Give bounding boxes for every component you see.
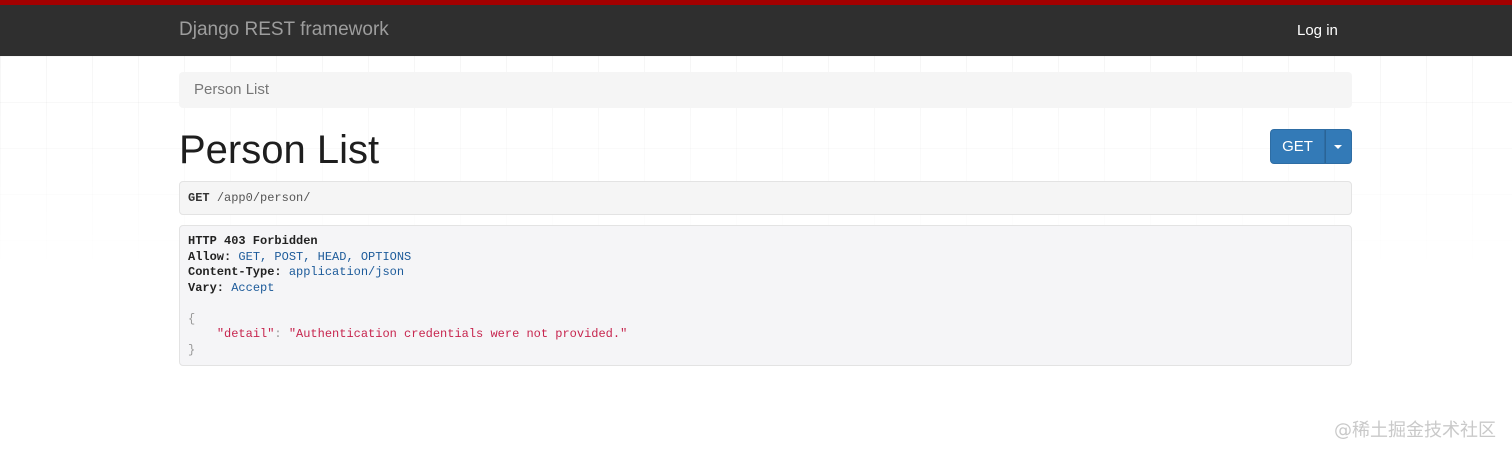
- response-header-content-type: Content-Type: application/json: [188, 265, 1343, 281]
- response-header-key: Content-Type:: [188, 265, 282, 279]
- caret-down-icon: [1334, 145, 1342, 149]
- login-link[interactable]: Log in: [1297, 22, 1338, 40]
- watermark: @稀土掘金技术社区: [1334, 420, 1496, 441]
- page: Django REST framework Log in Person List…: [0, 0, 1512, 456]
- response-spacer: [188, 296, 1343, 312]
- request-info: GET /app0/person/: [179, 181, 1352, 215]
- get-button[interactable]: GET: [1270, 129, 1325, 164]
- get-button-group: GET: [1270, 129, 1352, 164]
- response-header-key: Allow:: [188, 249, 232, 264]
- json-key-detail: "detail": [216, 327, 275, 341]
- request-method: GET: [188, 191, 210, 205]
- json-close-line: }: [188, 343, 1343, 359]
- response-header-value: application/json: [288, 265, 405, 279]
- json-separator: :: [274, 327, 289, 341]
- brand-link[interactable]: Django REST framework: [179, 19, 389, 41]
- json-detail-line: "detail": "Authentication credentials we…: [188, 327, 1343, 343]
- response-info: HTTP 403 Forbidden Allow: GET, POST, HEAD…: [179, 225, 1352, 366]
- response-header-value: Accept: [231, 280, 275, 295]
- breadcrumb: Person List: [179, 72, 1352, 108]
- response-header-allow: Allow: GET, POST, HEAD, OPTIONS: [188, 250, 1343, 266]
- navbar: Django REST framework Log in: [0, 0, 1512, 56]
- json-close-brace: }: [188, 342, 196, 357]
- response-header-value: GET, POST, HEAD, OPTIONS: [238, 249, 412, 264]
- response-status-line: HTTP 403 Forbidden: [188, 234, 1343, 250]
- breadcrumb-item-person-list[interactable]: Person List: [194, 81, 269, 98]
- response-status: HTTP 403 Forbidden: [188, 234, 318, 248]
- response-header-vary: Vary: Accept: [188, 281, 1343, 297]
- json-open-line: {: [188, 312, 1343, 328]
- format-dropdown-toggle[interactable]: [1325, 129, 1352, 164]
- json-value-detail: "Authentication credentials were not pro…: [288, 327, 628, 341]
- request-path: /app0/person/: [216, 191, 311, 205]
- json-open-brace: {: [188, 311, 196, 326]
- response-header-key: Vary:: [188, 280, 225, 295]
- page-title: Person List: [179, 128, 380, 172]
